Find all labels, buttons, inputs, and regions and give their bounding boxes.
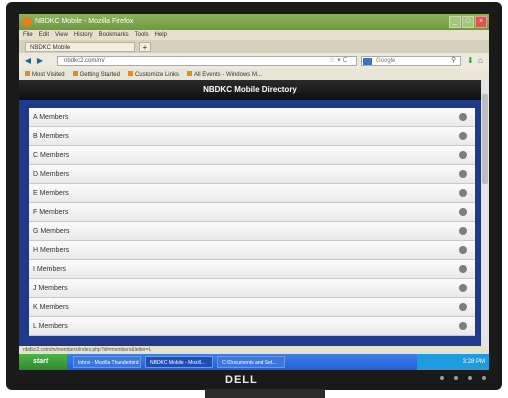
menu-tools[interactable]: Tools (135, 32, 149, 38)
close-button[interactable]: × (475, 16, 487, 28)
power-button[interactable] (482, 376, 486, 380)
menu-bookmarks[interactable]: Bookmarks (99, 32, 129, 38)
list-item-label: D Members (33, 171, 70, 178)
new-tab-button[interactable]: + (139, 42, 151, 52)
menu-help[interactable]: Help (155, 32, 167, 38)
search-input[interactable]: Google (361, 56, 461, 66)
chevron-right-icon (459, 265, 467, 273)
monitor-button[interactable] (468, 376, 472, 380)
list-item-label: H Members (33, 247, 70, 254)
bookmarks-toolbar: Most Visited Getting Started Customize L… (19, 69, 489, 80)
monitor-brand-logo: DELL (225, 374, 258, 386)
bookmark-icon (186, 71, 192, 76)
list-item[interactable]: E Members (29, 184, 475, 203)
bookmark-label: All Events - Windows M... (193, 72, 262, 78)
taskbar-item-explorer[interactable]: C:\Documents and Set... (217, 356, 285, 368)
taskbar-item-firefox[interactable]: NBDKC Mobile - Mozill... (145, 356, 213, 368)
menu-bar: File Edit View History Bookmarks Tools H… (19, 30, 489, 40)
list-item-label: G Members (33, 228, 70, 235)
system-tray-clock[interactable]: 3:28 PM (417, 354, 489, 370)
list-item[interactable]: L Members (29, 317, 475, 336)
bookmark-label: Getting Started (79, 72, 120, 78)
list-item[interactable]: B Members (29, 127, 475, 146)
list-item-label: L Members (33, 323, 68, 330)
chevron-right-icon (459, 322, 467, 330)
menu-view[interactable]: View (55, 32, 68, 38)
minimize-button[interactable]: _ (449, 16, 461, 28)
list-item-label: F Members (33, 209, 69, 216)
chevron-right-icon (459, 113, 467, 121)
chevron-right-icon (459, 246, 467, 254)
page-title: NBDKC Mobile Directory (19, 80, 481, 100)
list-item-label: A Members (33, 114, 69, 121)
vertical-scrollbar[interactable] (481, 80, 489, 346)
list-item-label: E Members (33, 190, 69, 197)
taskbar-item-thunderbird[interactable]: Inbox - Mozilla Thunderbird (73, 356, 141, 368)
forward-arrow-icon[interactable]: ▶ (35, 56, 45, 66)
monitor-stand (205, 389, 325, 398)
bookmark-item[interactable]: All Events - Windows M... (186, 71, 262, 78)
list-item-label: C Members (33, 152, 70, 159)
search-engine-icon[interactable] (363, 58, 372, 65)
list-item[interactable]: J Members (29, 279, 475, 298)
list-item-label: I Members (33, 266, 67, 273)
chevron-right-icon (459, 170, 467, 178)
bookmark-item[interactable]: Getting Started (72, 71, 120, 78)
list-item[interactable]: K Members (29, 298, 475, 317)
bookmark-item[interactable]: Most Visited (25, 71, 65, 78)
url-input[interactable]: nbdkc2.com/m/ (57, 56, 357, 66)
scrollbar-thumb[interactable] (482, 94, 488, 184)
home-icon[interactable]: ⌂ (478, 56, 483, 65)
bookmark-star-icon[interactable]: ☆ ▾ C (329, 56, 348, 64)
menu-edit[interactable]: Edit (39, 32, 49, 38)
chevron-right-icon (459, 208, 467, 216)
bookmark-icon (127, 71, 133, 76)
list-item[interactable]: D Members (29, 165, 475, 184)
window-controls: _ □ × (449, 16, 487, 28)
list-item[interactable]: G Members (29, 222, 475, 241)
bookmark-icon (72, 71, 78, 76)
window-titlebar[interactable]: NBDKC Mobile - Mozilla Firefox _ □ × (19, 14, 489, 30)
monitor-button[interactable] (454, 376, 458, 380)
screen: NBDKC Mobile - Mozilla Firefox _ □ × Fil… (19, 14, 489, 370)
chevron-right-icon (459, 284, 467, 292)
list-item[interactable]: I Members (29, 260, 475, 279)
chevron-right-icon (459, 151, 467, 159)
status-bar: nbdkc2.com/m/members/index.php?id=member… (19, 346, 489, 354)
navigation-bar: ◀ ▶ nbdkc2.com/m/ ☆ ▾ C Google ⚲ ⬇ ⌂ (19, 53, 489, 69)
list-item-label: J Members (33, 285, 68, 292)
menu-history[interactable]: History (74, 32, 93, 38)
tab-bar: NBDKC Mobile + (19, 40, 489, 53)
menu-file[interactable]: File (23, 32, 33, 38)
members-list: A Members B Members C Members D Members … (29, 108, 475, 336)
window-title: NBDKC Mobile - Mozilla Firefox (35, 18, 134, 25)
back-arrow-icon[interactable]: ◀ (23, 56, 33, 66)
web-page: NBDKC Mobile Directory A Members B Membe… (19, 80, 481, 346)
bookmark-label: Most Visited (32, 72, 65, 78)
list-item-label: K Members (33, 304, 69, 311)
list-item-label: B Members (33, 133, 69, 140)
list-item[interactable]: A Members (29, 108, 475, 127)
maximize-button[interactable]: □ (462, 16, 474, 28)
monitor-buttons (440, 376, 486, 380)
start-button[interactable]: start (19, 354, 67, 370)
chevron-right-icon (459, 227, 467, 235)
bookmark-icon (25, 71, 30, 76)
chevron-right-icon (459, 132, 467, 140)
chevron-right-icon (459, 303, 467, 311)
tab-nbdkc-mobile[interactable]: NBDKC Mobile (25, 42, 135, 52)
search-magnifier-icon[interactable]: ⚲ (451, 56, 456, 64)
list-item[interactable]: C Members (29, 146, 475, 165)
taskbar: start Inbox - Mozilla Thunderbird NBDKC … (19, 354, 489, 370)
list-item[interactable]: H Members (29, 241, 475, 260)
monitor-button[interactable] (440, 376, 444, 380)
list-item[interactable]: F Members (29, 203, 475, 222)
download-arrow-icon[interactable]: ⬇ (467, 56, 474, 65)
bookmark-item[interactable]: Customize Links (127, 71, 179, 78)
chevron-right-icon (459, 189, 467, 197)
firefox-logo-icon (22, 17, 32, 27)
bookmark-label: Customize Links (134, 72, 179, 78)
